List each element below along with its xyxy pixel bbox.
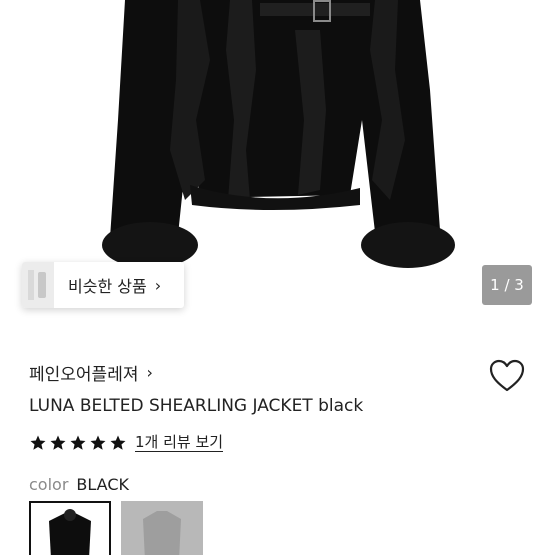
color-swatch-black[interactable] (29, 501, 111, 555)
product-image[interactable]: 비슷한 상품 › 1 / 3 (0, 0, 555, 330)
similar-products-label: 비슷한 상품 (68, 277, 147, 296)
color-option-value: BLACK (76, 475, 129, 494)
star-rating (29, 434, 129, 452)
star-icon (110, 435, 126, 450)
star-icon (50, 435, 66, 450)
review-link[interactable]: 1개 리뷰 보기 (135, 433, 224, 452)
image-page-indicator: 1 / 3 (482, 265, 532, 305)
brand-link[interactable]: 페인오어플레져 › (29, 360, 153, 385)
wishlist-heart-button[interactable] (488, 358, 526, 394)
chevron-right-icon: › (146, 363, 153, 382)
jacket-thumbnail-black (49, 509, 91, 555)
similar-product-thumbnail (22, 262, 54, 308)
brand-name: 페인오어플레져 (29, 365, 139, 385)
chevron-right-icon: › (154, 275, 162, 295)
star-icon (90, 435, 106, 450)
jacket-thumbnail-gray (121, 501, 203, 555)
rating-row: 1개 리뷰 보기 (29, 433, 224, 452)
heart-icon (489, 359, 525, 392)
color-option: color BLACK (29, 475, 129, 494)
star-icon (70, 435, 86, 450)
color-option-key: color (29, 475, 69, 494)
color-swatch-gray[interactable] (121, 501, 203, 555)
star-icon (30, 435, 46, 450)
product-title: LUNA BELTED SHEARLING JACKET black (29, 396, 364, 416)
similar-products-button[interactable]: 비슷한 상품 › (22, 262, 184, 308)
